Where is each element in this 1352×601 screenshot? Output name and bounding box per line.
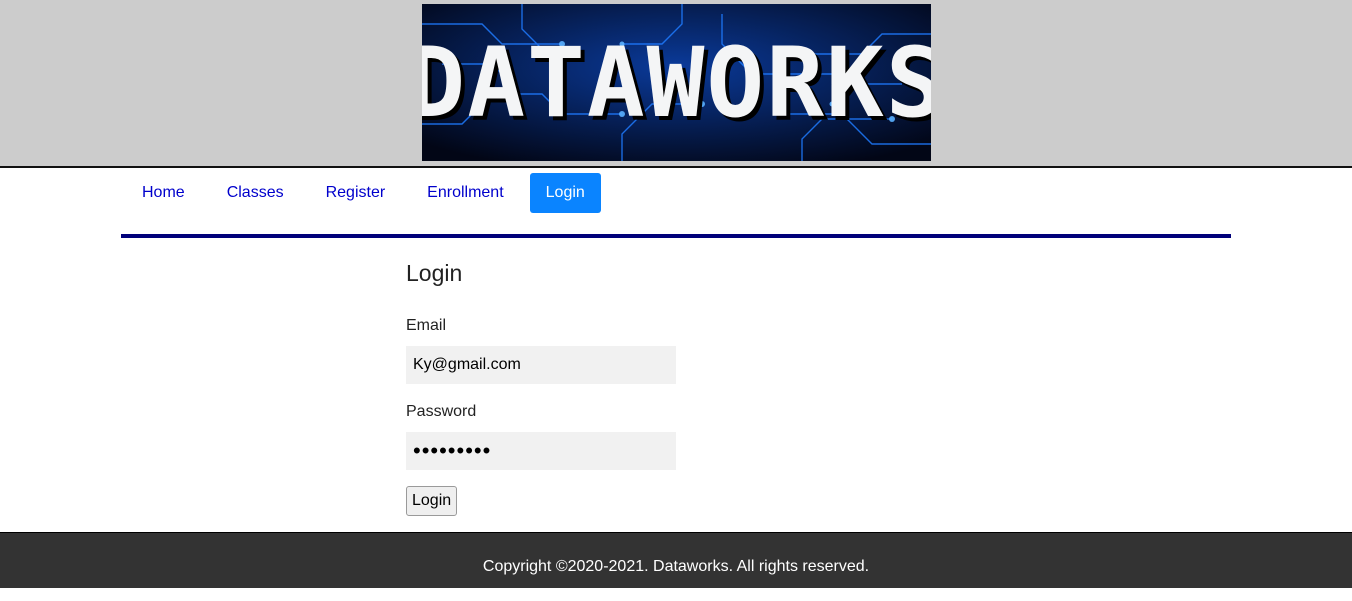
nav-enrollment[interactable]: Enrollment	[406, 173, 524, 213]
logo-text: DATAWORKS	[422, 26, 931, 139]
email-field[interactable]	[406, 346, 676, 384]
main-nav: Home Classes Register Enrollment Login	[121, 173, 601, 213]
nav-register[interactable]: Register	[305, 173, 407, 213]
nav-home[interactable]: Home	[121, 173, 206, 213]
nav-login[interactable]: Login	[529, 173, 601, 213]
site-header: DATAWORKS	[0, 0, 1352, 168]
email-label: Email	[406, 317, 447, 334]
password-field[interactable]	[406, 432, 676, 470]
password-label: Password	[406, 403, 477, 420]
login-button[interactable]: Login	[406, 486, 458, 516]
site-footer: Copyright ©2020-2021. Dataworks. All rig…	[0, 532, 1352, 588]
login-form: Login Email Password Login	[406, 256, 706, 516]
nav-classes[interactable]: Classes	[206, 173, 305, 213]
nav-divider	[121, 234, 1231, 238]
page-title: Login	[406, 260, 463, 286]
copyright-text: Copyright ©2020-2021. Dataworks. All rig…	[482, 558, 870, 575]
dataworks-banner-logo: DATAWORKS	[422, 4, 931, 161]
